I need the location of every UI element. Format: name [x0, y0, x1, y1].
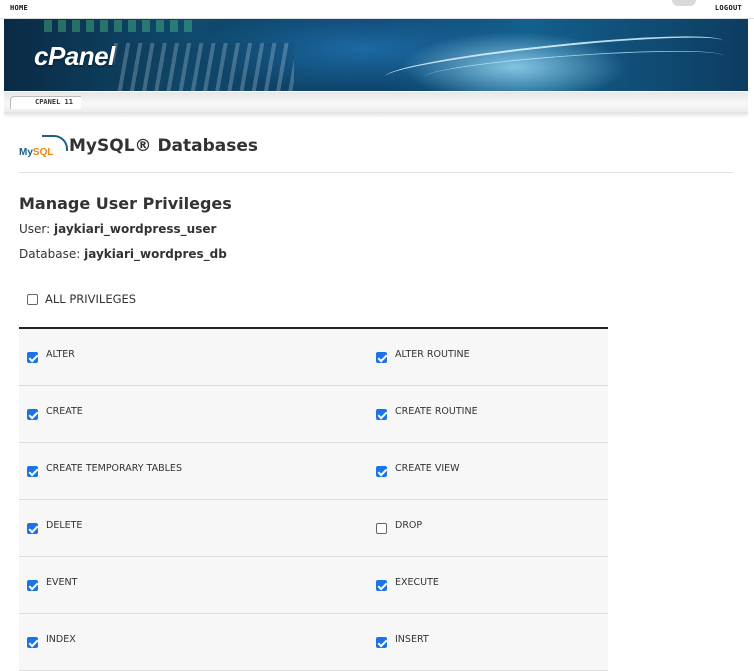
all-privileges-checkbox[interactable]	[27, 293, 38, 305]
database-value: jaykiari_wordpres_db	[84, 247, 227, 261]
privilege-checkbox[interactable]	[27, 580, 38, 591]
database-line: Database: jaykiari_wordpres_db	[19, 247, 227, 261]
user-silhouette-icon	[672, 0, 696, 6]
privilege-checkbox[interactable]	[376, 637, 387, 648]
privilege-label: DELETE	[46, 520, 83, 531]
user-line: User: jaykiari_wordpress_user	[19, 222, 216, 236]
privilege-label: CREATE TEMPORARY TABLES	[46, 463, 182, 474]
top-nav-bar: HOME LOGOUT	[0, 0, 754, 19]
privilege-label: CREATE	[46, 406, 83, 417]
header-banner: cPanel	[4, 19, 748, 91]
tab-bar: CPANEL 11	[4, 92, 748, 112]
privilege-label: ALTER	[46, 349, 75, 360]
privilege-option[interactable]: CREATE ROUTINE	[376, 406, 478, 420]
privilege-option[interactable]: DELETE	[27, 520, 83, 534]
all-privileges-option[interactable]: ALL PRIVILEGES	[27, 292, 136, 306]
section-title: Manage User Privileges	[19, 194, 232, 213]
privilege-row: INDEX INSERT	[19, 614, 608, 671]
title-divider	[19, 172, 733, 173]
privilege-row: CREATE CREATE ROUTINE	[19, 386, 608, 443]
privilege-checkbox[interactable]	[27, 466, 38, 477]
privilege-checkbox[interactable]	[27, 637, 38, 648]
privilege-checkbox[interactable]	[27, 352, 38, 363]
all-privileges-label: ALL PRIVILEGES	[45, 292, 137, 306]
privilege-checkbox[interactable]	[376, 409, 387, 420]
privilege-checkbox[interactable]	[376, 466, 387, 477]
privilege-option[interactable]: ALTER	[27, 349, 75, 363]
mysql-logo-my: My	[19, 147, 33, 158]
privilege-label: EXECUTE	[395, 577, 439, 588]
privilege-option[interactable]: INDEX	[27, 634, 76, 648]
mysql-logo-sql: SQL	[32, 147, 54, 158]
privileges-table: ALTER ALTER ROUTINE CREATE CREATE ROUTINE CR…	[19, 327, 608, 671]
privilege-option[interactable]: CREATE	[27, 406, 83, 420]
privilege-row: ALTER ALTER ROUTINE	[19, 329, 608, 386]
privilege-label: DROP	[395, 520, 423, 531]
cpanel-logo[interactable]: cPanel	[34, 41, 115, 72]
privilege-label: EVENT	[46, 577, 78, 588]
privilege-label: ALTER ROUTINE	[395, 349, 470, 360]
mysql-logo-icon: MySQL	[18, 135, 68, 161]
privilege-checkbox[interactable]	[27, 523, 38, 534]
privilege-checkbox[interactable]	[376, 523, 387, 534]
privilege-option[interactable]: EVENT	[27, 577, 78, 591]
privilege-option[interactable]: INSERT	[376, 634, 429, 648]
tab-cpanel-11[interactable]: CPANEL 11	[10, 96, 81, 109]
privilege-option[interactable]: CREATE TEMPORARY TABLES	[27, 463, 182, 477]
header-shadow-divider	[4, 112, 748, 118]
privilege-option[interactable]: DROP	[376, 520, 423, 534]
privilege-checkbox[interactable]	[27, 409, 38, 420]
user-label: User:	[19, 222, 51, 236]
privilege-checkbox[interactable]	[376, 352, 387, 363]
privilege-label: INDEX	[46, 634, 76, 645]
banner-ticker-decoration	[44, 20, 194, 32]
logout-link[interactable]: LOGOUT	[715, 4, 742, 12]
privilege-row: EVENT EXECUTE	[19, 557, 608, 614]
mysql-logo-wordmark: MySQL	[19, 147, 53, 158]
privilege-checkbox[interactable]	[376, 580, 387, 591]
privilege-row: CREATE TEMPORARY TABLES CREATE VIEW	[19, 443, 608, 500]
privilege-label: CREATE ROUTINE	[395, 406, 478, 417]
privilege-label: INSERT	[395, 634, 429, 645]
privilege-option[interactable]: ALTER ROUTINE	[376, 349, 470, 363]
privilege-row: DELETE DROP	[19, 500, 608, 557]
home-link[interactable]: HOME	[10, 4, 28, 12]
database-label: Database:	[19, 247, 81, 261]
page-title: MySQL® Databases	[69, 136, 259, 156]
privilege-label: CREATE VIEW	[395, 463, 460, 474]
privilege-option[interactable]: EXECUTE	[376, 577, 439, 591]
banner-cables-decoration	[114, 43, 294, 91]
user-value: jaykiari_wordpress_user	[54, 222, 217, 236]
privilege-option[interactable]: CREATE VIEW	[376, 463, 460, 477]
